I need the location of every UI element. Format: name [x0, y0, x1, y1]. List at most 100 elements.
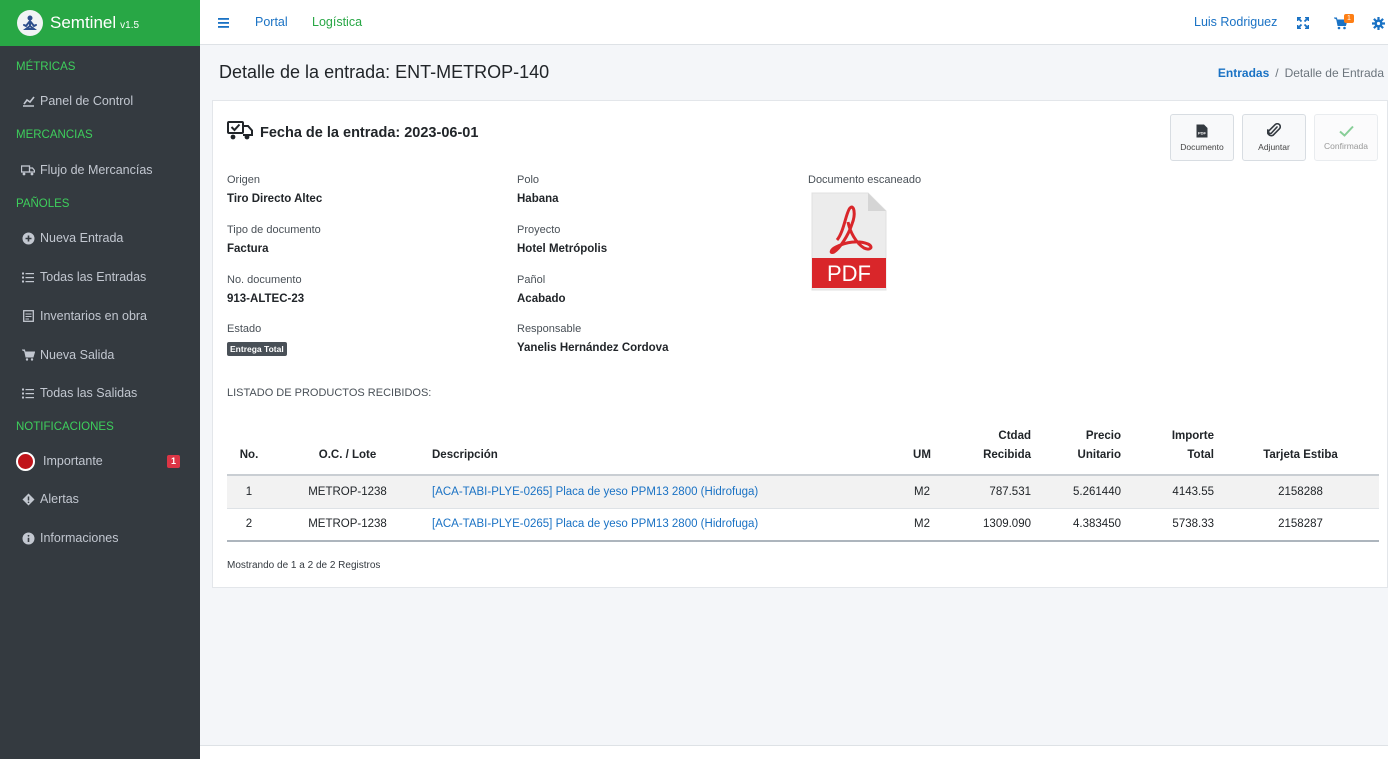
field-label: Responsable	[517, 323, 582, 335]
cell-precio: 4.383450	[1039, 508, 1129, 542]
attach-button-label: Adjuntar	[1258, 142, 1290, 152]
table-header-row: No. O.C. / Lote Descripción UM Ctdad Reci…	[227, 423, 1379, 476]
table-row: 1 METROP-1238 [ACA-TABI-PLYE-0265] Placa…	[227, 475, 1379, 509]
diamond-alert-icon	[21, 492, 35, 506]
scanned-document-pdf[interactable]: PDF	[810, 192, 888, 297]
page-title: Detalle de la entrada: ENT-METROP-140	[219, 62, 550, 82]
confirmed-button-label: Confirmada	[1324, 140, 1368, 151]
sidebar-item-importante[interactable]: Importante 1	[0, 446, 200, 476]
field-label: Pañol	[517, 274, 546, 286]
nav-header-panoles: PAÑOLES	[16, 198, 70, 210]
field-value: 913-ALTEC-23	[227, 293, 305, 305]
nav-header-mercancias: MERCANCIAS	[16, 129, 93, 141]
sidebar-item-label: Importante	[43, 454, 103, 468]
sidebar-item-alertas[interactable]: Alertas	[0, 484, 200, 514]
cart-icon	[21, 348, 35, 362]
breadcrumb: Entradas / Detalle de Entrada	[1218, 66, 1384, 80]
sidebar-item-todas-las-salidas[interactable]: Todas las Salidas	[0, 378, 200, 408]
field-documento-escaneado: Documento escaneado	[808, 174, 921, 186]
field-label: Polo	[517, 174, 540, 186]
table-row: 2 METROP-1238 [ACA-TABI-PLYE-0265] Placa…	[227, 508, 1379, 542]
sidebar-item-inventarios-en-obra[interactable]: Inventarios en obra	[0, 301, 200, 331]
list-icon	[21, 386, 35, 400]
fullscreen-icon[interactable]	[1297, 0, 1309, 45]
sidebar: Semtinel v1.5 MÉTRICAS Panel de Control …	[0, 0, 200, 759]
cell-importe: 4143.55	[1129, 475, 1222, 509]
sidebar-item-informaciones[interactable]: Informaciones	[0, 523, 200, 553]
attach-button[interactable]: Adjuntar	[1242, 114, 1306, 161]
nav-header-metricas: MÉTRICAS	[16, 61, 76, 73]
footer	[200, 745, 1388, 759]
cell-precio: 5.261440	[1039, 475, 1129, 509]
col-header-precio-unitario[interactable]: Precio Unitario	[1039, 423, 1129, 476]
brand-version: v1.5	[120, 19, 140, 31]
cell-tarjeta: 2158288	[1222, 475, 1379, 509]
svg-text:PDF: PDF	[1198, 130, 1207, 135]
col-header-ctdad-recibida[interactable]: Ctdad Recibida	[955, 423, 1039, 476]
hamburger-menu-icon[interactable]	[218, 0, 229, 45]
user-name-link[interactable]: Luis Rodriguez	[1194, 0, 1277, 45]
col-header-tarjeta-estiba[interactable]: Tarjeta Estiba	[1222, 423, 1379, 476]
sidebar-item-label: Nueva Entrada	[40, 231, 124, 245]
check-icon	[1338, 125, 1354, 137]
sidebar-item-label: Todas las Salidas	[40, 386, 138, 400]
field-value: Tiro Directo Altec	[227, 193, 323, 205]
field-label: Proyecto	[517, 224, 561, 236]
paperclip-icon	[1267, 123, 1281, 137]
cell-ctdad: 787.531	[955, 475, 1039, 509]
product-link[interactable]: [ACA-TABI-PLYE-0265] Placa de yeso PPM13…	[432, 518, 758, 530]
field-value: Hotel Metrópolis	[517, 243, 608, 255]
nav-header-notificaciones: NOTIFICACIONES	[16, 421, 114, 433]
sidebar-item-todas-las-entradas[interactable]: Todas las Entradas	[0, 262, 200, 292]
sidebar-item-label: Nueva Salida	[40, 348, 115, 362]
sidebar-item-nueva-salida[interactable]: Nueva Salida	[0, 340, 200, 370]
document-button[interactable]: PDF Documento	[1170, 114, 1234, 161]
nav-link-portal[interactable]: Portal	[255, 0, 288, 45]
products-table: No. O.C. / Lote Descripción UM Ctdad Reci…	[227, 423, 1379, 542]
product-link[interactable]: [ACA-TABI-PLYE-0265] Placa de yeso PPM13…	[432, 486, 758, 498]
field-value: Factura	[227, 243, 269, 255]
card-title: Fecha de la entrada: 2023-06-01	[227, 121, 478, 145]
sidebar-item-label: Alertas	[40, 492, 79, 506]
cell-no: 2	[227, 508, 271, 542]
clipboard-icon	[21, 309, 35, 323]
brand[interactable]: Semtinel v1.5	[0, 0, 200, 46]
field-tipo-documento: Tipo de documento Factura	[227, 224, 321, 255]
col-header-descripcion[interactable]: Descripción	[424, 423, 889, 476]
entry-date-title: Fecha de la entrada: 2023-06-01	[260, 125, 479, 141]
sidebar-item-label: Todas las Entradas	[40, 270, 147, 284]
cell-no: 1	[227, 475, 271, 509]
col-header-um[interactable]: UM	[889, 423, 955, 476]
sidebar-item-label: Inventarios en obra	[40, 309, 148, 323]
breadcrumb-current: Detalle de Entrada	[1284, 66, 1384, 80]
list-icon	[21, 270, 35, 284]
field-estado: Estado Entrega Total	[227, 323, 287, 357]
cart-button[interactable]: 1	[1334, 0, 1354, 45]
nav-link-logistica[interactable]: Logística	[312, 0, 362, 45]
chart-icon	[21, 94, 35, 108]
field-value: Yanelis Hernández Cordova	[517, 342, 669, 354]
document-button-label: Documento	[1180, 141, 1224, 152]
sidebar-item-panel-de-control[interactable]: Panel de Control	[0, 86, 200, 116]
gear-icon[interactable]	[1372, 0, 1385, 45]
pdf-document-icon: PDF	[811, 192, 887, 291]
pdf-file-icon: PDF	[1196, 124, 1208, 137]
entry-detail-card: Fecha de la entrada: 2023-06-01 PDF Docu…	[212, 100, 1388, 588]
records-info: Mostrando de 1 a 2 de 2 Registros	[227, 560, 381, 571]
col-header-importe-total[interactable]: Importe Total	[1129, 423, 1222, 476]
field-origen: Origen Tiro Directo Altec	[227, 174, 322, 205]
col-header-oc[interactable]: O.C. / Lote	[271, 423, 424, 476]
header-line: Total	[1187, 449, 1214, 461]
field-label: Origen	[227, 174, 261, 186]
sidebar-item-nueva-entrada[interactable]: Nueva Entrada	[0, 223, 200, 253]
confirmed-button[interactable]: Confirmada	[1314, 114, 1378, 161]
breadcrumb-link-entradas[interactable]: Entradas	[1218, 66, 1269, 80]
col-header-no[interactable]: No.	[227, 423, 271, 476]
cell-ctdad: 1309.090	[955, 508, 1039, 542]
cell-um: M2	[889, 508, 955, 542]
brand-name: Semtinel	[50, 13, 117, 32]
cell-importe: 5738.33	[1129, 508, 1222, 542]
sidebar-item-flujo-de-mercancias[interactable]: Flujo de Mercancías	[0, 155, 200, 185]
notification-badge: 1	[167, 454, 180, 468]
field-proyecto: Proyecto Hotel Metrópolis	[517, 224, 607, 255]
